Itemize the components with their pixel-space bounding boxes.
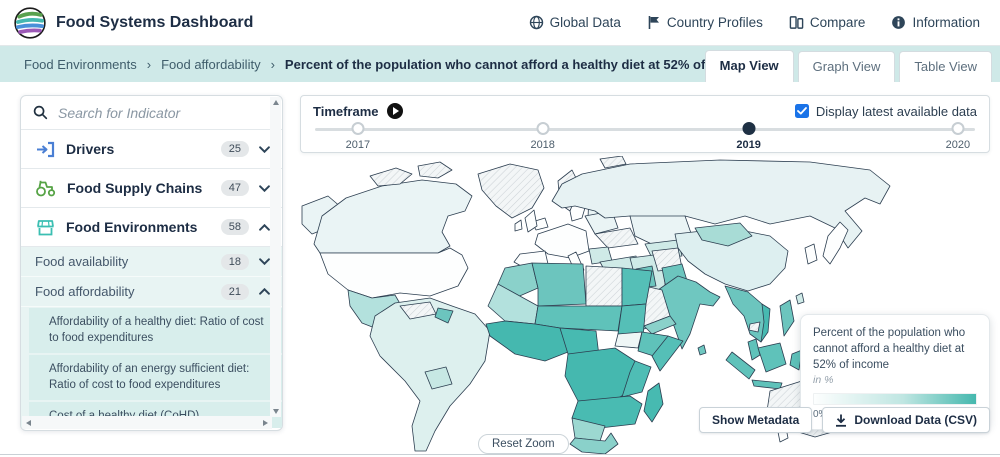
play-button[interactable] [387,103,403,119]
sidebar-horizontal-scrollbar[interactable] [22,416,272,429]
latest-data-toggle[interactable]: Display latest available data [795,104,977,119]
subcategory-label: Food availability [35,254,211,269]
category-count-badge: 25 [221,141,249,157]
show-metadata-button[interactable]: Show Metadata [699,407,812,433]
year-label: 2018 [530,139,554,151]
subcategory-count-badge: 18 [221,254,249,270]
subcategory-count-badge: 21 [221,284,249,300]
chevron-down-icon [259,185,270,192]
year-slider[interactable]: 2017 2018 2019 2020 [315,121,975,151]
nav-label: Information [912,15,980,30]
slider-stop-2017[interactable] [351,122,364,135]
legend-title: Percent of the population who cannot aff… [813,325,977,373]
download-data-button[interactable]: Download Data (CSV) [822,407,990,433]
category-label: Drivers [66,141,211,157]
map-actions: Show Metadata Download Data (CSV) [699,407,990,433]
page-bottom-divider [0,454,1000,455]
list-item-indicator[interactable]: Affordability of a healthy diet: Ratio o… [29,308,282,353]
breadcrumb-separator: › [147,57,151,72]
year-label: 2019 [736,139,760,151]
latest-data-label: Display latest available data [816,104,977,119]
tab-map-view[interactable]: Map View [705,50,794,82]
app-header: Food Systems Dashboard Global Data Count… [0,0,1000,46]
drivers-icon [35,141,56,158]
breadcrumb-current-indicator: Percent of the population who cannot aff… [285,57,755,72]
category-label: Food Environments [66,219,211,235]
category-label: Food Supply Chains [67,180,211,196]
chevron-down-icon [259,146,270,153]
sidebar-item-food-environments[interactable]: Food Environments 58 [21,208,282,247]
sidebar-item-food-affordability[interactable]: Food affordability 21 [21,277,282,307]
download-icon [835,414,847,427]
slider-stop-2019-selected[interactable] [742,122,755,135]
sidebar-item-drivers[interactable]: Drivers 25 [21,130,282,169]
category-count-badge: 47 [221,180,249,196]
sidebar-vertical-scrollbar[interactable] [270,97,281,417]
year-label: 2017 [346,139,370,151]
view-tabs: Map View Graph View Table View [705,50,992,82]
sidebar-item-food-availability[interactable]: Food availability 18 [21,247,282,277]
breadcrumb-separator: › [271,57,275,72]
tab-table-view[interactable]: Table View [899,51,992,82]
scroll-left-icon[interactable] [26,420,31,426]
tab-graph-view[interactable]: Graph View [798,51,896,82]
breadcrumb-food-environments[interactable]: Food Environments [24,57,137,72]
year-label: 2020 [946,139,970,151]
app-title: Food Systems Dashboard [56,14,253,32]
search-input[interactable] [58,105,256,121]
sidebar-item-food-supply-chains[interactable]: Food Supply Chains 47 [21,169,282,208]
list-item-indicator[interactable]: Affordability of an energy sufficient di… [29,355,282,400]
download-data-label: Download Data (CSV) [854,413,977,427]
storefront-icon [35,219,56,236]
chevron-up-icon [259,224,270,231]
latest-data-checkbox[interactable] [795,104,809,118]
legend-unit: in % [813,374,977,386]
subcategory-label: Food affordability [35,284,211,299]
timeframe-label: Timeframe [313,104,379,119]
nav-country-profiles[interactable]: Country Profiles [647,15,763,30]
chevron-up-icon [259,288,270,295]
indicator-search-row [21,96,282,130]
breadcrumb-food-affordability[interactable]: Food affordability [161,57,261,72]
scroll-down-icon[interactable] [273,409,279,414]
scroll-right-icon[interactable] [263,420,268,426]
timeframe-card: Timeframe Display latest available data … [300,95,990,153]
slider-stop-2018[interactable] [536,122,549,135]
compare-icon [789,15,804,30]
slider-stop-2020[interactable] [951,122,964,135]
reset-zoom-button[interactable]: Reset Zoom [478,434,569,454]
search-icon [33,105,48,120]
nav-label: Compare [810,15,866,30]
slider-track[interactable] [315,128,975,131]
nav-global-data[interactable]: Global Data [529,15,621,30]
nav-compare[interactable]: Compare [789,15,866,30]
nav-label: Country Profiles [667,15,763,30]
indicator-list: Affordability of a healthy diet: Ratio o… [21,307,282,428]
info-icon [891,15,906,30]
checkmark-icon [797,107,807,115]
show-metadata-label: Show Metadata [712,413,799,427]
legend-gradient-bar [813,393,977,405]
nav-information[interactable]: Information [891,15,980,30]
play-icon [393,107,399,115]
chevron-down-icon [259,258,270,265]
indicator-sidebar: Drivers 25 Food Supply Chains 47 [20,95,283,431]
tractor-icon [35,180,57,197]
flag-icon [647,15,661,30]
category-count-badge: 58 [221,219,249,235]
logo-area[interactable]: Food Systems Dashboard [12,5,253,41]
scroll-up-icon[interactable] [273,100,279,105]
app-logo-icon [12,5,48,41]
top-nav: Global Data Country Profiles Compare [529,15,980,30]
food-systems-dashboard-page: Food Systems Dashboard Global Data Count… [0,0,1000,457]
nav-label: Global Data [550,15,621,30]
globe-icon [529,15,544,30]
